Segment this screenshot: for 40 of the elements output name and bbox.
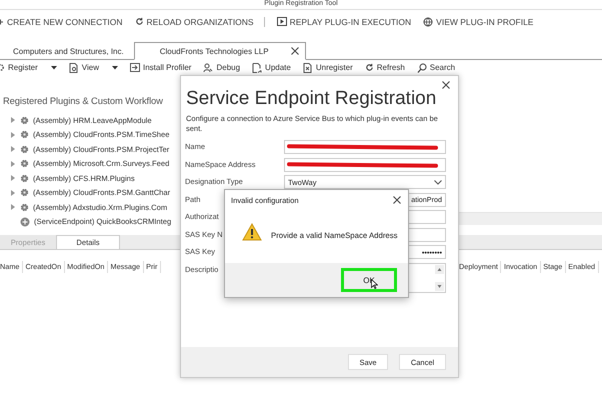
toolbar-button[interactable]: Search <box>416 62 456 72</box>
expander-icon[interactable] <box>10 190 14 196</box>
close-icon[interactable] <box>393 196 401 204</box>
toolbar-button[interactable]: VIEW PLUG-IN PROFILE <box>423 16 534 26</box>
connection-tab[interactable]: Computers and Structures, Inc. <box>0 44 134 59</box>
close-icon[interactable] <box>442 81 450 89</box>
expander-icon[interactable] <box>10 146 14 152</box>
tree-heading: Registered Plugins & Custom Workflow <box>3 95 163 106</box>
expander-icon[interactable] <box>10 160 14 167</box>
plus-circle-icon <box>20 216 30 227</box>
warning-icon <box>242 223 262 241</box>
search-icon <box>416 62 427 72</box>
page-magnifier-icon <box>68 62 79 72</box>
close-icon[interactable] <box>290 47 299 55</box>
play-box-icon <box>276 17 287 26</box>
toolbar-button[interactable]: View <box>68 62 118 72</box>
toolbar-button[interactable]: Register <box>0 63 57 72</box>
connection-tab[interactable]: CloudFronts Technologies LLP <box>134 42 306 60</box>
chevron-down-icon <box>434 180 442 184</box>
scroll-down-icon[interactable] <box>435 282 444 290</box>
toolbar-button[interactable]: Refresh <box>364 63 405 72</box>
dialog-title: Service Endpoint Registration <box>186 88 436 110</box>
globe-icon <box>423 16 434 26</box>
toolbar-button[interactable]: CREATE NEW CONNECTION <box>0 16 123 26</box>
expander-icon[interactable] <box>10 132 14 138</box>
refresh-icon <box>364 63 374 72</box>
toolbar-button[interactable]: REPLAY PLUG-IN EXECUTION <box>276 16 412 26</box>
toolbar-button[interactable]: RELOAD ORGANIZATIONS <box>134 16 254 26</box>
expander-icon[interactable] <box>10 117 14 124</box>
box-arrow-icon <box>130 63 140 72</box>
page-cross-icon <box>302 62 313 72</box>
toolbar-button[interactable]: Install Profiler <box>130 63 192 72</box>
refresh-icon <box>134 17 144 26</box>
scroll-up-icon[interactable] <box>435 264 444 274</box>
toolbar-button[interactable]: Update <box>252 62 291 72</box>
expander-icon[interactable] <box>10 204 14 210</box>
toolbar-button[interactable]: Debug <box>203 62 240 72</box>
toolbar-button[interactable]: Unregister <box>302 62 353 72</box>
expander-icon[interactable] <box>10 175 14 182</box>
page-arrow-icon <box>252 62 262 72</box>
